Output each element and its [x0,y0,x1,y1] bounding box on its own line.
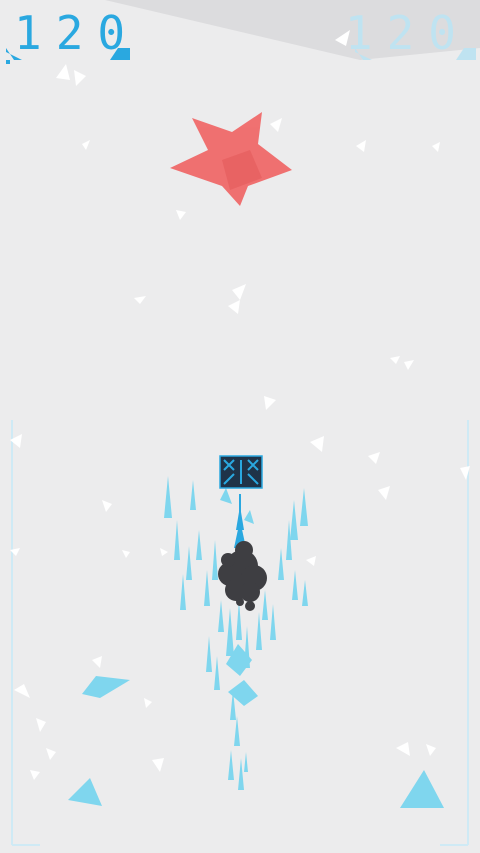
pause-icon [219,455,263,489]
player-ship-icon [234,494,246,548]
ice-trail [164,476,308,790]
pause-button[interactable] [218,454,264,494]
smoke-cloud [218,541,267,611]
score-display-right: 120 [344,6,470,60]
game-canvas[interactable] [0,0,480,853]
score-display-left: 120 [14,6,140,60]
